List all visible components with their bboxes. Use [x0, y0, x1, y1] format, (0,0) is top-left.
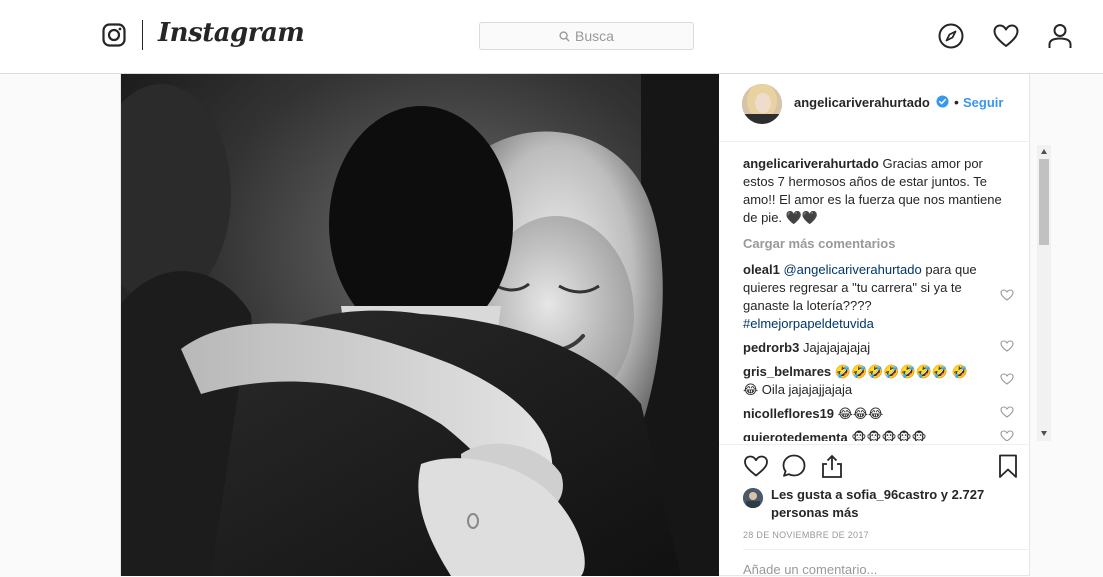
- like-icon[interactable]: [743, 453, 769, 479]
- follow-button[interactable]: Seguir: [963, 95, 1003, 110]
- post-photo[interactable]: [121, 74, 719, 576]
- post-card: angelicariverahurtado • Seguir angelicar…: [120, 74, 1031, 577]
- list-item: oleal1 @angelicariverahurtado para que q…: [743, 261, 979, 333]
- scroll-up-icon[interactable]: [1041, 149, 1047, 154]
- profile-icon[interactable]: [1046, 22, 1074, 50]
- separator-dot: •: [954, 94, 959, 110]
- post-header: angelicariverahurtado • Seguir: [719, 74, 1031, 142]
- scroll-down-icon[interactable]: [1041, 431, 1047, 436]
- share-icon[interactable]: [819, 453, 845, 479]
- caption-username[interactable]: angelicariverahurtado: [743, 156, 879, 171]
- list-item: pedrorb3 Jajajajajajaj: [743, 339, 979, 357]
- explore-icon[interactable]: [937, 22, 965, 50]
- comment-hashtag[interactable]: #elmejorpapeldetuvida: [743, 316, 874, 331]
- load-more-comments-button[interactable]: Cargar más comentarios: [743, 236, 895, 251]
- save-bookmark-icon[interactable]: [995, 453, 1021, 479]
- scrollbar-thumb[interactable]: [1039, 159, 1049, 245]
- post-username[interactable]: angelicariverahurtado: [794, 95, 930, 110]
- search-placeholder: Busca: [575, 28, 614, 44]
- brand-logo[interactable]: Instagram: [158, 18, 305, 48]
- list-item: gris_belmares 🤣🤣🤣🤣🤣🤣🤣 🤣😂 Oila jajajajjaj…: [743, 363, 979, 399]
- liker-avatar[interactable]: [743, 488, 763, 508]
- comment-username[interactable]: gris_belmares: [743, 364, 831, 379]
- search-input[interactable]: Busca: [479, 22, 694, 50]
- photo-image: [121, 74, 719, 576]
- comment-like-icon[interactable]: [1000, 339, 1014, 353]
- heart-icon[interactable]: [992, 22, 1020, 50]
- likes-count[interactable]: Les gusta a sofia_96castro y 2.727 perso…: [771, 486, 1011, 522]
- comment-username[interactable]: quierotedementa: [743, 430, 848, 441]
- comment-like-icon[interactable]: [1000, 429, 1014, 441]
- comments-list[interactable]: angelicariverahurtado Gracias amor por e…: [719, 143, 1031, 441]
- comment-mention[interactable]: @angelicariverahurtado: [783, 262, 921, 277]
- liker-avatar-image: [743, 488, 763, 508]
- divider: [743, 549, 1031, 550]
- comment-text: 🐵🐵🐵🐵🐵: [851, 430, 927, 441]
- comment-icon[interactable]: [781, 453, 807, 479]
- logo-divider: [142, 20, 143, 50]
- comment-username[interactable]: pedrorb3: [743, 340, 799, 355]
- avatar-image: [742, 84, 782, 124]
- comments-scrollbar[interactable]: [1037, 145, 1051, 441]
- top-bar: Instagram Busca: [0, 0, 1103, 74]
- post-sidebar: angelicariverahurtado • Seguir angelicar…: [719, 74, 1031, 577]
- comment-like-icon[interactable]: [1000, 372, 1014, 386]
- post-date[interactable]: 28 de noviembre de 2017: [743, 530, 869, 540]
- comment-text: 😂😂😂: [837, 406, 884, 421]
- comment-like-icon[interactable]: [1000, 405, 1014, 419]
- comment-like-icon[interactable]: [1000, 288, 1014, 302]
- list-item: quierotedementa 🐵🐵🐵🐵🐵: [743, 429, 979, 441]
- verified-badge-icon: [936, 95, 949, 108]
- comment-text: Jajajajajajaj: [802, 340, 871, 355]
- post-caption: angelicariverahurtado Gracias amor por e…: [743, 155, 1011, 227]
- comment-username[interactable]: nicolleflores19: [743, 406, 834, 421]
- avatar[interactable]: [742, 84, 782, 124]
- add-comment-input[interactable]: Añade un comentario...: [743, 562, 877, 577]
- list-item: nicolleflores19 😂😂😂: [743, 405, 979, 423]
- comment-username[interactable]: oleal1: [743, 262, 780, 277]
- instagram-camera-icon[interactable]: [102, 23, 126, 47]
- search-icon: [559, 30, 570, 42]
